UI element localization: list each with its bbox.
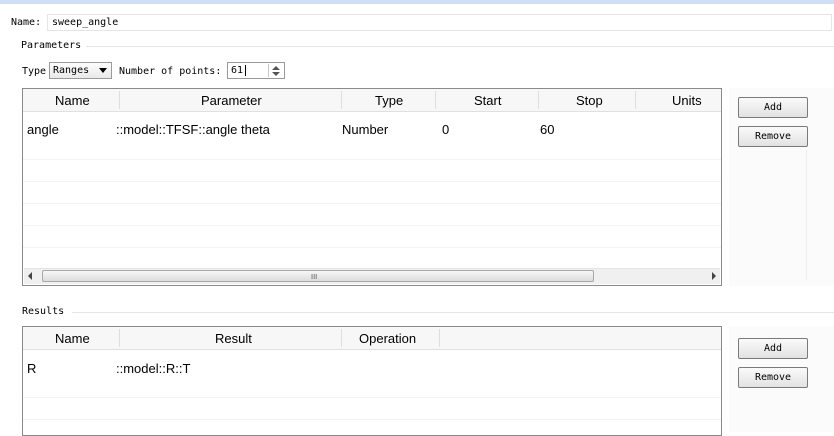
results-section-title: Results	[22, 306, 65, 317]
scrollbar-grip: III	[311, 273, 318, 281]
row-divider	[23, 247, 721, 248]
column-header-result[interactable]: Result	[215, 331, 252, 346]
scroll-left-icon[interactable]	[28, 272, 32, 280]
row-result: ::model::R::T	[116, 361, 191, 376]
name-field[interactable]: sweep_angle	[47, 14, 832, 31]
scrollbar-thumb[interactable]: III	[42, 270, 594, 282]
type-select-value: Ranges	[53, 65, 90, 76]
parameters-add-button[interactable]: Add	[738, 97, 808, 118]
row-parameter: ::model::TFSF::angle theta	[116, 122, 270, 137]
text-cursor	[245, 65, 246, 76]
results-group-line	[72, 312, 834, 313]
row-divider	[23, 225, 721, 226]
spinner-buttons[interactable]	[268, 64, 283, 77]
points-value: 61	[231, 65, 244, 76]
scroll-right-icon[interactable]	[712, 272, 716, 280]
type-select[interactable]: Ranges	[49, 62, 112, 79]
horizontal-scrollbar[interactable]: III	[24, 268, 720, 284]
column-header-name[interactable]: Name	[55, 331, 90, 346]
column-separator[interactable]	[635, 91, 636, 109]
row-name: R	[27, 361, 37, 376]
parameters-table-header: Name Parameter Type Start Stop Units	[23, 89, 721, 112]
points-spinner[interactable]: 61	[227, 62, 285, 79]
window-top-edge	[0, 0, 834, 4]
name-label: Name:	[11, 17, 42, 28]
row-stop: 60	[540, 122, 555, 137]
row-divider	[23, 203, 721, 204]
parameters-table[interactable]: Name Parameter Type Start Stop Units ang…	[22, 88, 722, 286]
column-separator[interactable]	[119, 91, 120, 109]
results-table[interactable]: Name Result Operation R ::model::R::T	[22, 326, 722, 436]
type-label: Type	[22, 66, 47, 77]
row-divider	[23, 159, 721, 160]
row-type: Number	[342, 122, 389, 137]
column-header-operation[interactable]: Operation	[359, 331, 416, 346]
row-start: 0	[442, 122, 450, 137]
row-divider	[23, 397, 721, 398]
column-separator[interactable]	[341, 329, 342, 347]
row-divider	[23, 181, 721, 182]
side-panel-line	[806, 150, 807, 280]
row-name: angle	[27, 122, 59, 137]
results-remove-button[interactable]: Remove	[738, 367, 808, 388]
column-separator[interactable]	[439, 329, 440, 347]
results-add-button[interactable]: Add	[738, 338, 808, 359]
points-label: Number of points:	[119, 66, 222, 77]
column-header-start[interactable]: Start	[474, 93, 501, 108]
column-header-parameter[interactable]: Parameter	[201, 93, 262, 108]
chevron-down-icon	[99, 68, 107, 73]
column-separator[interactable]	[538, 91, 539, 109]
parameters-group-line	[86, 46, 834, 47]
parameters-section-title: Parameters	[21, 40, 82, 51]
column-separator[interactable]	[435, 91, 436, 109]
column-header-name[interactable]: Name	[55, 93, 90, 108]
column-header-type[interactable]: Type	[375, 93, 403, 108]
column-header-stop[interactable]: Stop	[576, 93, 603, 108]
spin-up-icon[interactable]	[272, 66, 280, 70]
spin-down-icon[interactable]	[272, 72, 280, 76]
row-divider	[23, 419, 721, 420]
parameters-remove-button[interactable]: Remove	[738, 126, 808, 147]
results-table-header: Name Result Operation	[23, 327, 721, 350]
column-separator[interactable]	[119, 329, 120, 347]
column-header-units[interactable]: Units	[672, 93, 702, 108]
column-separator[interactable]	[341, 91, 342, 109]
